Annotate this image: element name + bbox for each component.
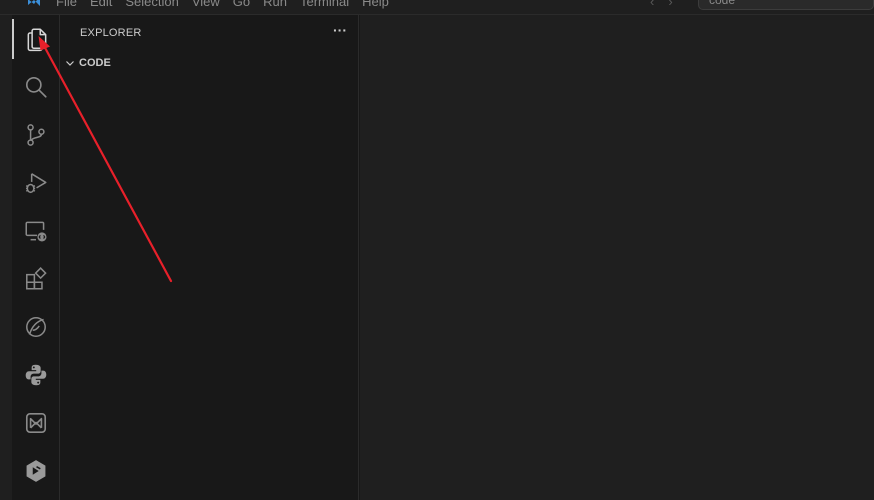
sidebar-title: EXPLORER xyxy=(80,27,142,39)
vscode-logo-icon xyxy=(28,0,40,6)
activity-leaf-extension[interactable] xyxy=(12,307,59,347)
menu-help[interactable]: Help xyxy=(362,0,389,9)
m-logo-extension-icon xyxy=(25,412,46,434)
menu-go[interactable]: Go xyxy=(233,0,250,9)
activity-remote-explorer[interactable] xyxy=(12,211,59,251)
menu-file[interactable]: File xyxy=(56,0,77,9)
menu-terminal[interactable]: Terminal xyxy=(300,0,349,9)
menu-view[interactable]: View xyxy=(192,0,220,9)
command-center-search[interactable]: code xyxy=(698,0,874,10)
activity-run-debug[interactable] xyxy=(12,163,59,203)
remote-explorer-icon xyxy=(24,221,47,242)
source-control-icon xyxy=(26,124,45,146)
more-actions-button[interactable]: ··· xyxy=(330,21,350,41)
extensions-icon xyxy=(25,267,47,290)
menu-run[interactable]: Run xyxy=(263,0,287,9)
activity-explorer[interactable] xyxy=(12,19,59,59)
activity-m-extension[interactable] xyxy=(12,403,59,443)
activity-search[interactable] xyxy=(12,67,59,107)
files-icon xyxy=(27,28,46,52)
hexagon-extension-icon xyxy=(26,460,45,482)
back-arrow-icon[interactable]: ‹ xyxy=(650,0,654,9)
activity-bar xyxy=(12,15,60,500)
run-debug-icon xyxy=(25,173,47,194)
activity-hexagon-extension[interactable] xyxy=(12,451,59,491)
search-icon xyxy=(25,76,47,98)
activity-extensions[interactable] xyxy=(12,259,59,299)
leaf-extension-icon xyxy=(25,317,46,337)
navigation-arrows: ‹ › xyxy=(650,0,673,9)
folder-section-code[interactable]: CODE xyxy=(64,53,354,73)
folder-label: CODE xyxy=(79,57,111,69)
explorer-sidebar: EXPLORER ··· CODE xyxy=(60,15,359,500)
title-bar: File Edit Selection View Go Run Terminal… xyxy=(0,0,874,15)
python-icon xyxy=(25,364,46,386)
editor-area[interactable] xyxy=(360,15,874,500)
chevron-down-icon xyxy=(66,61,74,66)
forward-arrow-icon[interactable]: › xyxy=(668,0,672,9)
window-edge xyxy=(0,0,12,500)
activity-python[interactable] xyxy=(12,355,59,395)
menu-bar: File Edit Selection View Go Run Terminal… xyxy=(56,0,389,9)
activity-source-control[interactable] xyxy=(12,115,59,155)
menu-selection[interactable]: Selection xyxy=(125,0,178,9)
menu-edit[interactable]: Edit xyxy=(90,0,112,9)
